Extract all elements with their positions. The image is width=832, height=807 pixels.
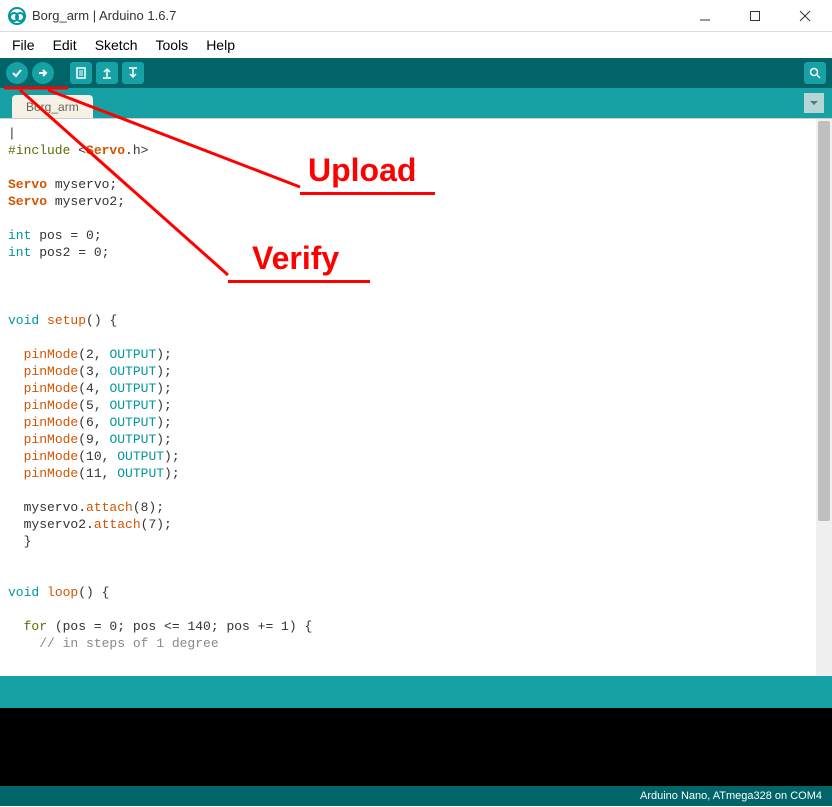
sketch-tab[interactable]: Borg_arm — [12, 95, 93, 118]
serial-monitor-button[interactable] — [804, 62, 826, 84]
window-titlebar: Borg_arm | Arduino 1.6.7 — [0, 0, 832, 32]
new-sketch-button[interactable] — [70, 62, 92, 84]
minimize-button[interactable] — [692, 3, 718, 29]
open-sketch-button[interactable] — [96, 62, 118, 84]
scrollbar-thumb[interactable] — [818, 121, 830, 521]
board-status: Arduino Nano, ATmega328 on COM4 — [640, 790, 822, 802]
arduino-logo-icon — [8, 7, 26, 25]
upload-button[interactable] — [32, 62, 54, 84]
menubar: File Edit Sketch Tools Help — [0, 32, 832, 58]
code-editor[interactable]: | #include <Servo.h> Servo myservo; Serv… — [0, 118, 832, 676]
menu-help[interactable]: Help — [198, 34, 243, 56]
footer-bar: Arduino Nano, ATmega328 on COM4 — [0, 786, 832, 806]
maximize-button[interactable] — [742, 3, 768, 29]
tab-menu-button[interactable] — [804, 93, 824, 113]
status-bar — [0, 676, 832, 708]
tabbar: Borg_arm — [0, 88, 832, 118]
window-title: Borg_arm | Arduino 1.6.7 — [32, 8, 176, 23]
code-content[interactable]: | #include <Servo.h> Servo myservo; Serv… — [0, 119, 816, 676]
verify-button[interactable] — [6, 62, 28, 84]
window-controls — [692, 3, 824, 29]
menu-file[interactable]: File — [4, 34, 43, 56]
menu-tools[interactable]: Tools — [148, 34, 197, 56]
menu-edit[interactable]: Edit — [45, 34, 85, 56]
save-sketch-button[interactable] — [122, 62, 144, 84]
close-button[interactable] — [792, 3, 818, 29]
menu-sketch[interactable]: Sketch — [87, 34, 146, 56]
toolbar — [0, 58, 832, 88]
console — [0, 708, 832, 786]
editor-scrollbar[interactable] — [816, 119, 832, 676]
